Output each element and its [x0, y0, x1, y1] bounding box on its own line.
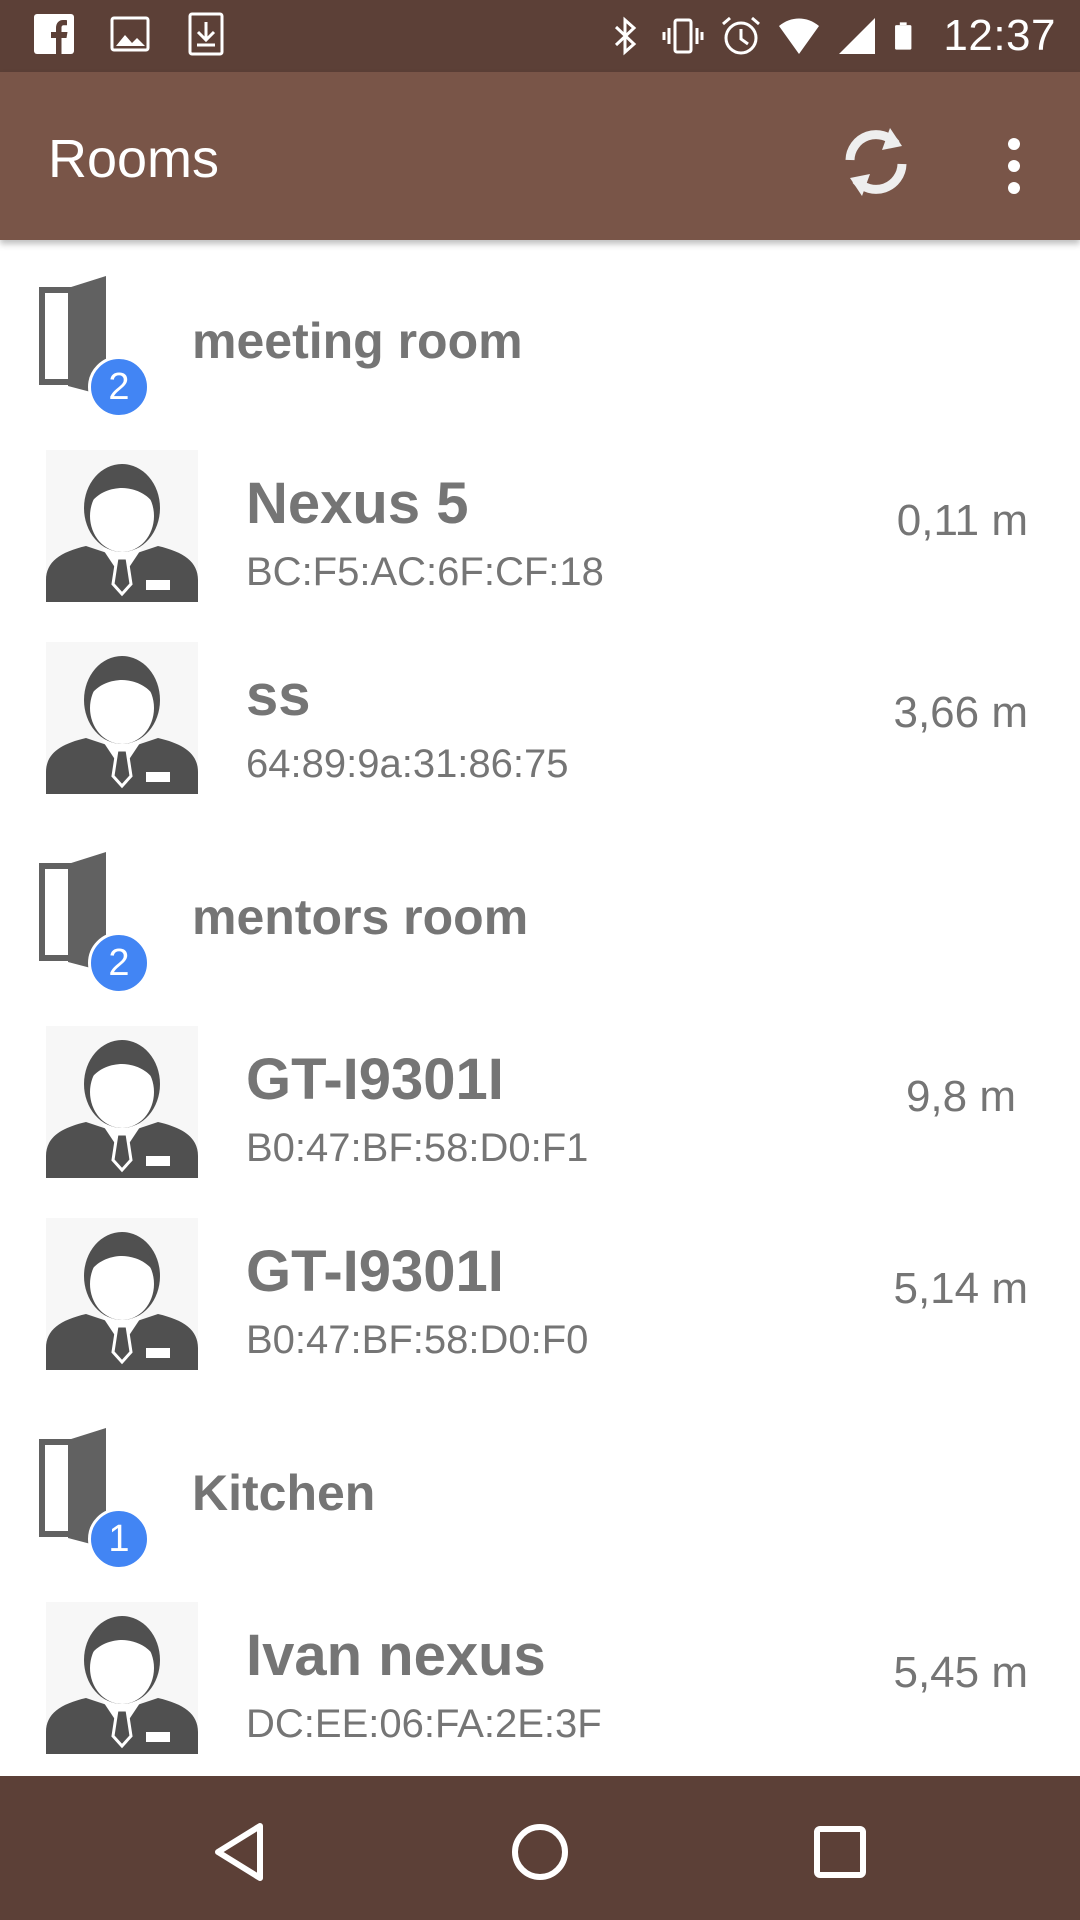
clock: 12:37: [943, 11, 1056, 60]
room-name: meeting room: [192, 313, 523, 369]
room-header[interactable]: 2 mentors room: [0, 816, 1080, 1008]
refresh-icon[interactable]: [834, 120, 918, 204]
device-mac: DC:EE:06:FA:2E:3F: [246, 1702, 602, 1746]
dot: [1008, 182, 1020, 194]
signal-icon: [839, 18, 876, 54]
download-icon: [188, 12, 224, 56]
image-icon: [110, 16, 150, 52]
status-bar: 12:37: [0, 0, 1080, 72]
occupancy-badge: 1: [88, 1508, 150, 1570]
person-avatar-icon: [46, 1026, 198, 1178]
device-row[interactable]: ss 64:89:9a:31:86:75 3,66 m: [0, 624, 1080, 816]
occupancy-badge: 2: [88, 356, 150, 418]
person-avatar-icon: [46, 450, 198, 602]
room-name: mentors room: [192, 889, 529, 945]
room-name: Kitchen: [192, 1465, 376, 1521]
device-name: ss: [246, 663, 311, 728]
occupancy-badge: 2: [88, 932, 150, 994]
system-icons: 12:37: [603, 8, 1056, 64]
device-row[interactable]: Nexus 5 BC:F5:AC:6F:CF:18 0,11 m: [0, 432, 1080, 624]
device-mac: B0:47:BF:58:D0:F0: [246, 1318, 589, 1362]
navigation-bar: [0, 1776, 1080, 1920]
vibrate-icon: [662, 18, 704, 54]
device-row[interactable]: Ivan nexus DC:EE:06:FA:2E:3F 5,45 m: [0, 1584, 1080, 1776]
wifi-icon: [779, 18, 820, 54]
device-distance: 5,45 m: [893, 1648, 1028, 1697]
recents-icon[interactable]: [800, 1812, 880, 1892]
overflow-menu-icon[interactable]: [984, 128, 1044, 204]
dot: [1008, 138, 1020, 150]
device-distance: 9,8 m: [905, 1072, 1016, 1121]
device-distance: 0,11 m: [896, 496, 1028, 545]
person-avatar-icon: [46, 642, 198, 794]
device-row[interactable]: GT-I9301I B0:47:BF:58:D0:F1 9,8 m: [0, 1008, 1080, 1200]
bluetooth-icon: [615, 16, 637, 56]
rooms-list[interactable]: 2 meeting room Nexus 5 BC:F5:AC:6F:CF:18…: [0, 240, 1080, 1776]
battery-icon: [895, 22, 912, 50]
device-distance: 5,14 m: [893, 1264, 1028, 1313]
device-row[interactable]: GT-I9301I B0:47:BF:58:D0:F0 5,14 m: [0, 1200, 1080, 1392]
device-name: Nexus 5: [246, 471, 469, 536]
room-header[interactable]: 1 Kitchen: [0, 1392, 1080, 1584]
device-mac: BC:F5:AC:6F:CF:18: [246, 550, 604, 594]
device-name: GT-I9301I: [246, 1047, 504, 1112]
person-avatar-icon: [46, 1218, 198, 1370]
app-bar: Rooms: [0, 72, 1080, 240]
device-name: Ivan nexus: [246, 1623, 546, 1688]
back-icon[interactable]: [200, 1812, 280, 1892]
device-distance: 3,66 m: [893, 688, 1028, 737]
dot: [1008, 160, 1020, 172]
home-icon[interactable]: [500, 1812, 580, 1892]
room-header[interactable]: 2 meeting room: [0, 240, 1080, 432]
device-mac: 64:89:9a:31:86:75: [246, 742, 569, 786]
device-mac: B0:47:BF:58:D0:F1: [246, 1126, 589, 1170]
notification-icons: [32, 12, 228, 56]
page-title: Rooms: [48, 129, 220, 189]
person-avatar-icon: [46, 1602, 198, 1754]
device-name: GT-I9301I: [246, 1239, 504, 1304]
alarm-icon: [722, 16, 761, 55]
facebook-icon: [34, 14, 74, 54]
